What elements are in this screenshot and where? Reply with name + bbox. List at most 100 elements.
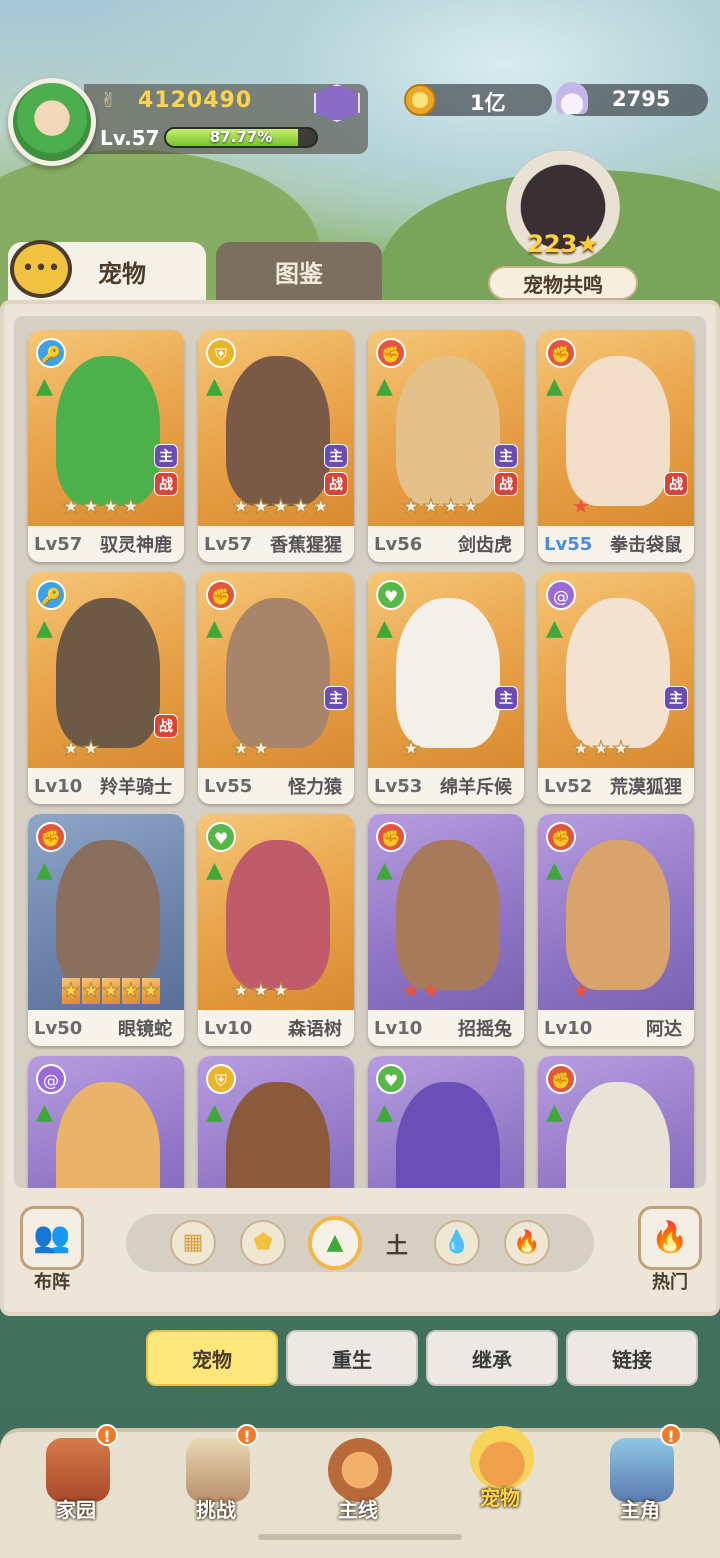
nav-pets[interactable]: 宠物 <box>450 1420 550 1520</box>
pet-level: Lv55 <box>204 775 253 797</box>
class-icon: 🔑 <box>36 338 66 368</box>
filter-all-icon[interactable]: ▦ <box>170 1220 216 1266</box>
pet-nameplate: Lv52 荒漠狐狸 <box>538 768 694 804</box>
dragon-pet-icon <box>470 1426 534 1490</box>
pet-creature <box>226 598 330 748</box>
earth-element-icon: ▲ <box>36 616 53 641</box>
pet-card[interactable]: ✊ ▲ ★ ★ ★ ★ ★ Lv50 眼镜蛇 <box>28 814 184 1046</box>
star-icon: ★ <box>611 736 630 761</box>
pet-creature <box>396 840 500 990</box>
filter-water-icon[interactable]: 💧 <box>434 1220 480 1266</box>
hero-book-icon <box>610 1438 674 1502</box>
star-rating: ★ ★ <box>198 736 354 762</box>
tab-pets-label: 宠物 <box>98 260 146 288</box>
pet-level: Lv10 <box>34 775 83 797</box>
hot-button[interactable]: 🔥 <box>638 1206 702 1270</box>
star-icon: ★ <box>251 494 270 519</box>
pet-level: Lv10 <box>374 1017 423 1039</box>
pet-name: 香蕉猩猩 <box>270 535 342 556</box>
star-icon: ★ <box>291 494 310 519</box>
pet-name: 森语树 <box>288 1019 342 1040</box>
nav-home[interactable]: ! 家园 <box>26 1424 126 1532</box>
main-badge: 主 <box>664 686 688 710</box>
filter-rock-icon[interactable]: ⬟ <box>240 1220 286 1266</box>
pet-level: Lv56 <box>374 533 423 555</box>
pet-card[interactable]: @ ▲ <box>28 1056 184 1188</box>
pet-card[interactable]: ✊ ▲ ★ ★ Lv55 怪力猿 主 <box>198 572 354 804</box>
battle-badge: 战 <box>324 472 348 496</box>
star-icon: ★ <box>271 494 290 519</box>
gold-coin-icon <box>404 84 436 116</box>
pet-card[interactable]: ✊ ▲ ★ ★ ★ ★ Lv56 剑齿虎 主战 <box>368 330 524 562</box>
pet-card[interactable]: ✊ ▲ ★ Lv55 拳击袋鼠 战 <box>538 330 694 562</box>
chat-bubble-icon[interactable]: ••• <box>10 240 72 298</box>
star-icon: ★ <box>62 978 80 1004</box>
star-icon: ★ <box>311 494 330 519</box>
star-icon: ★ <box>251 978 270 1003</box>
pet-nameplate: Lv53 绵羊斥候 <box>368 768 524 804</box>
subtab-link[interactable]: 链接 <box>566 1330 698 1386</box>
nav-challenge[interactable]: ! 挑战 <box>166 1424 266 1532</box>
pet-card[interactable]: ♥ ▲ <box>368 1056 524 1188</box>
flame-icon: 🔥 <box>651 1220 689 1255</box>
pet-creature <box>566 598 670 748</box>
pet-name: 绵羊斥候 <box>440 777 512 798</box>
earth-element-icon: ▲ <box>376 858 393 883</box>
star-icon: ★ <box>402 978 420 1002</box>
earth-element-icon: ▲ <box>546 616 563 641</box>
pet-creature <box>226 840 330 990</box>
pet-nameplate: Lv55 怪力猿 <box>198 768 354 804</box>
earth-element-icon: ▲ <box>206 1100 223 1125</box>
pet-card[interactable]: ⛨ ▲ ★ ★ ★ ★ ★ Lv57 香蕉猩猩 主战 <box>198 330 354 562</box>
hot-label: 热门 <box>652 1272 688 1293</box>
filter-earth-icon[interactable]: ▲ <box>308 1216 362 1270</box>
pet-card[interactable]: ✊ ▲ ★ ★ Lv10 招摇兔 <box>368 814 524 1046</box>
star-icon: ★ <box>421 978 440 1002</box>
power-icon: ✌ <box>100 88 117 112</box>
tab-codex[interactable]: 图鉴 <box>216 242 382 306</box>
class-icon: ✊ <box>546 1064 576 1094</box>
nav-hero[interactable]: ! 主角 <box>590 1424 690 1532</box>
subtab-inherit[interactable]: 继承 <box>426 1330 558 1386</box>
pet-creature <box>566 1082 670 1188</box>
shell-icon <box>556 82 588 114</box>
earth-element-icon: ▲ <box>546 858 563 883</box>
pet-resonance-button[interactable]: 223★ 宠物共鸣 <box>488 150 638 300</box>
pet-card[interactable]: ✊ ▲ ★ Lv10 阿达 <box>538 814 694 1046</box>
nav-main-story[interactable]: 主线 <box>308 1432 408 1532</box>
home-indicator[interactable] <box>258 1534 462 1540</box>
pet-level: Lv52 <box>544 775 593 797</box>
pet-nameplate: Lv56 剑齿虎 <box>368 526 524 562</box>
pet-level: Lv10 <box>544 1017 593 1039</box>
main-badge: 主 <box>494 444 518 468</box>
pet-creature <box>566 840 670 990</box>
pet-card[interactable]: ⛨ ▲ <box>198 1056 354 1188</box>
lineup-button[interactable]: 👥 <box>20 1206 84 1270</box>
star-rating: ★ ★ ★ ★ ★ <box>28 978 184 1004</box>
pet-card[interactable]: ♥ ▲ ★ ★ ★ Lv10 森语树 <box>198 814 354 1046</box>
pet-card[interactable]: 🔑 ▲ ★ ★ Lv10 羚羊骑士 战 <box>28 572 184 804</box>
pet-card[interactable]: 🔑 ▲ ★ ★ ★ ★ Lv57 驭灵神鹿 主战 <box>28 330 184 562</box>
pet-card[interactable]: ✊ ▲ <box>538 1056 694 1188</box>
earth-element-icon: ▲ <box>36 1100 53 1125</box>
battle-badge: 战 <box>664 472 688 496</box>
class-icon: ✊ <box>376 822 406 852</box>
earth-element-icon: ▲ <box>206 858 223 883</box>
class-icon: ✊ <box>546 822 576 852</box>
filter-fire-icon[interactable]: 🔥 <box>504 1220 550 1266</box>
resonance-count: 223★ <box>527 230 599 258</box>
coin-amount: 1亿 <box>470 91 506 115</box>
pet-name: 拳击袋鼠 <box>610 535 682 556</box>
subtab-rebirth[interactable]: 重生 <box>286 1330 418 1386</box>
challenge-board-icon <box>186 1438 250 1502</box>
player-avatar[interactable] <box>8 78 96 166</box>
star-rating: ★ <box>538 978 694 1004</box>
pet-level: Lv55 <box>544 533 593 555</box>
pet-name: 招摇兔 <box>458 1019 512 1040</box>
pet-card[interactable]: @ ▲ ★ ★ ★ Lv52 荒漠狐狸 主 <box>538 572 694 804</box>
main-badge: 主 <box>154 444 178 468</box>
subtab-pets[interactable]: 宠物 <box>146 1330 278 1386</box>
pet-card[interactable]: ♥ ▲ ★ Lv53 绵羊斥候 主 <box>368 572 524 804</box>
pet-grid[interactable]: 🔑 ▲ ★ ★ ★ ★ Lv57 驭灵神鹿 主战 ⛨ ▲ ★ ★ ★ ★ ★ Lv57 香蕉猩… <box>14 316 706 1188</box>
star-rating: ★ <box>538 494 694 520</box>
